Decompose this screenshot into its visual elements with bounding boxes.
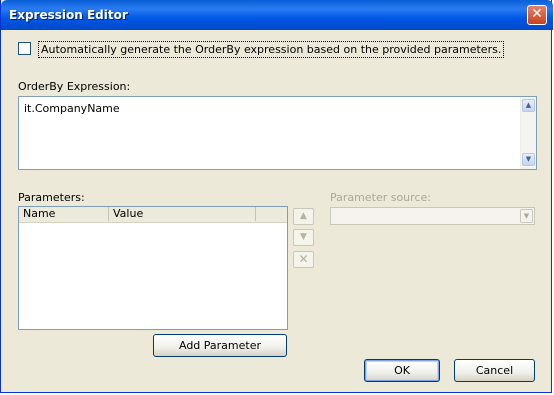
- remove-parameter-button[interactable]: ✕: [293, 251, 314, 268]
- title-bar[interactable]: Expression Editor ✕: [1, 0, 553, 30]
- dialog-client-area: Automatically generate the OrderBy expre…: [4, 30, 550, 390]
- parameters-list-header: Name Value: [19, 207, 287, 223]
- remove-x-icon: ✕: [298, 252, 309, 266]
- scroll-down-button[interactable]: ▼: [522, 153, 535, 166]
- ok-button[interactable]: OK: [364, 359, 440, 382]
- parameter-source-label: Parameter source:: [330, 191, 431, 204]
- auto-generate-checkbox[interactable]: [18, 42, 31, 55]
- parameter-source-select[interactable]: ▼: [330, 207, 535, 225]
- orderby-expression-textarea[interactable]: it.CompanyName ▲ ▼: [18, 96, 537, 170]
- auto-generate-label[interactable]: Automatically generate the OrderBy expre…: [38, 41, 505, 58]
- parameters-label: Parameters:: [18, 191, 85, 204]
- column-header-name[interactable]: Name: [19, 207, 109, 221]
- cancel-button[interactable]: Cancel: [454, 359, 535, 382]
- add-parameter-button[interactable]: Add Parameter: [153, 334, 287, 357]
- chevron-up-icon: ▲: [525, 101, 532, 109]
- column-header-name-label: Name: [23, 207, 56, 220]
- orderby-expression-value: it.CompanyName: [24, 102, 120, 115]
- column-header-value-label: Value: [113, 207, 144, 220]
- parameters-list[interactable]: Name Value: [18, 206, 288, 330]
- close-icon: ✕: [531, 6, 543, 22]
- orderby-expression-label: OrderBy Expression:: [18, 80, 131, 93]
- move-down-button[interactable]: ▼: [293, 229, 314, 246]
- move-up-button[interactable]: ▲: [293, 208, 314, 225]
- parameter-source-dropdown-button[interactable]: ▼: [520, 209, 533, 223]
- arrow-up-icon: ▲: [300, 211, 307, 221]
- column-header-value[interactable]: Value: [109, 207, 256, 221]
- orderby-scrollbar[interactable]: ▲ ▼: [520, 97, 536, 169]
- expression-editor-dialog: Expression Editor ✕ Automatically genera…: [0, 0, 553, 393]
- arrow-down-icon: ▼: [300, 232, 307, 242]
- chevron-down-icon: ▼: [523, 212, 530, 220]
- close-button[interactable]: ✕: [527, 5, 547, 25]
- window-title: Expression Editor: [9, 8, 128, 22]
- chevron-down-icon: ▼: [525, 155, 532, 163]
- column-header-filler: [256, 207, 287, 221]
- scroll-up-button[interactable]: ▲: [522, 99, 535, 112]
